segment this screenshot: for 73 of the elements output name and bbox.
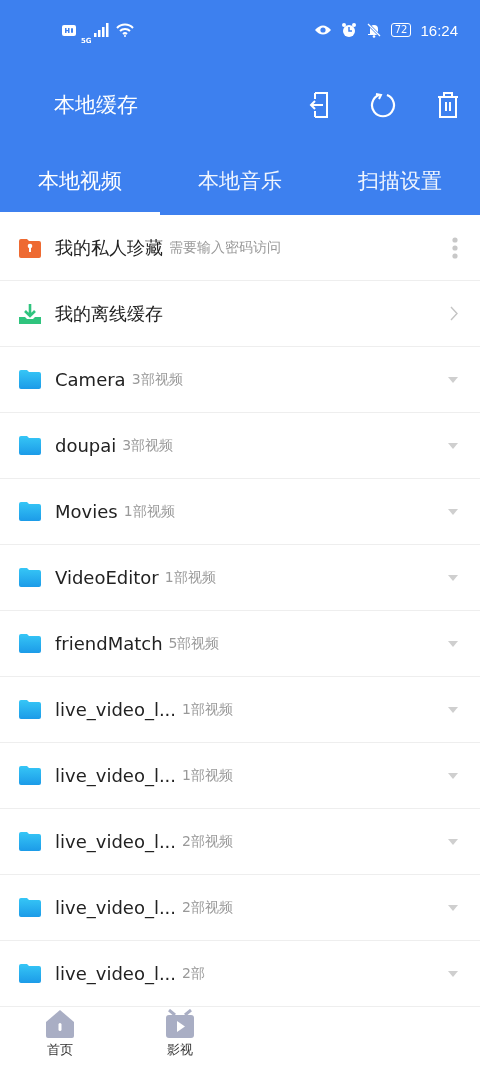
nav-tab[interactable]: 首页 bbox=[0, 1007, 120, 1067]
item-note: 2部视频 bbox=[182, 832, 233, 851]
item-note: 5部视频 bbox=[168, 634, 220, 653]
clock: 16:24 bbox=[420, 21, 458, 39]
item-name: live_video_l... bbox=[55, 897, 177, 918]
folder-icon bbox=[19, 700, 41, 719]
item-name: Movies bbox=[55, 501, 118, 522]
tab[interactable]: 本地视频 bbox=[0, 150, 160, 215]
folder-icon bbox=[19, 568, 41, 587]
folder-icon bbox=[19, 832, 41, 851]
item-note: 需要输入密码访问 bbox=[169, 238, 281, 257]
item-name: live_video_l... bbox=[55, 831, 177, 852]
list-row[interactable]: doupai 3部视频 bbox=[0, 413, 480, 479]
page-title: 本地缓存 bbox=[54, 92, 138, 119]
item-name: 我的离线缓存 bbox=[55, 301, 163, 326]
caret-icon[interactable] bbox=[448, 904, 458, 911]
wifi-icon bbox=[115, 23, 134, 37]
list-row[interactable]: 我的私人珍藏 需要输入密码访问 bbox=[0, 215, 480, 281]
caret-icon[interactable] bbox=[448, 970, 458, 977]
item-note: 2部 bbox=[182, 964, 205, 983]
chevron-right-icon bbox=[450, 306, 458, 321]
caret-icon[interactable] bbox=[448, 508, 458, 515]
caret-icon[interactable] bbox=[448, 574, 458, 581]
list-row[interactable]: live_video_l... 2部视频 bbox=[0, 809, 480, 875]
list-row[interactable]: Movies 1部视频 bbox=[0, 479, 480, 545]
caret-icon[interactable] bbox=[448, 706, 458, 713]
battery-indicator: 72 bbox=[390, 23, 412, 37]
caret-icon[interactable] bbox=[448, 640, 458, 647]
signal-icon bbox=[92, 23, 111, 37]
folder-icon bbox=[19, 964, 41, 983]
list-row[interactable]: live_video_l... 1部视频 bbox=[0, 677, 480, 743]
item-name: VideoEditor bbox=[55, 567, 159, 588]
item-name: 我的私人珍藏 bbox=[55, 235, 163, 260]
folder-icon bbox=[19, 370, 41, 389]
locked-folder-icon bbox=[19, 237, 41, 258]
item-note: 1部视频 bbox=[123, 502, 175, 521]
trash-icon[interactable] bbox=[436, 92, 460, 118]
item-name: friendMatch bbox=[55, 633, 163, 654]
folder-icon bbox=[19, 502, 41, 521]
item-name: live_video_l... bbox=[55, 765, 177, 786]
hd-icon bbox=[62, 24, 76, 36]
caret-icon[interactable] bbox=[448, 772, 458, 779]
item-note: 3部视频 bbox=[122, 436, 174, 455]
download-icon bbox=[19, 303, 41, 324]
folder-icon bbox=[19, 898, 41, 917]
list-row[interactable]: Camera 3部视频 bbox=[0, 347, 480, 413]
item-note: 1部视频 bbox=[182, 766, 233, 785]
item-name: doupai bbox=[55, 435, 117, 456]
alarm-icon bbox=[340, 22, 357, 38]
item-note: 1部视频 bbox=[164, 568, 216, 587]
eye-icon bbox=[313, 24, 332, 36]
item-name: Camera bbox=[55, 369, 126, 390]
list-row[interactable]: live_video_l... 2部视频 bbox=[0, 875, 480, 941]
more-icon[interactable] bbox=[452, 236, 458, 259]
nav-tab[interactable]: 影视 bbox=[120, 1007, 240, 1067]
caret-icon[interactable] bbox=[448, 442, 458, 449]
list-row[interactable]: friendMatch 5部视频 bbox=[0, 611, 480, 677]
item-name: live_video_l... bbox=[55, 699, 177, 720]
item-note: 3部视频 bbox=[131, 370, 183, 389]
item-name: live_video_l... bbox=[55, 963, 177, 984]
caret-icon[interactable] bbox=[448, 376, 458, 383]
item-note: 1部视频 bbox=[182, 700, 233, 719]
item-note: 2部视频 bbox=[182, 898, 233, 917]
tab[interactable]: 扫描设置 bbox=[320, 150, 480, 215]
list-row[interactable]: VideoEditor 1部视频 bbox=[0, 545, 480, 611]
caret-icon[interactable] bbox=[448, 838, 458, 845]
list-row[interactable]: live_video_l... 1部视频 bbox=[0, 743, 480, 809]
folder-icon bbox=[19, 766, 41, 785]
list-row[interactable]: 我的离线缓存 bbox=[0, 281, 480, 347]
muted-bell-icon bbox=[365, 22, 382, 38]
refresh-icon[interactable] bbox=[370, 92, 396, 118]
folder-icon bbox=[19, 634, 41, 653]
folder-icon bbox=[19, 436, 41, 455]
